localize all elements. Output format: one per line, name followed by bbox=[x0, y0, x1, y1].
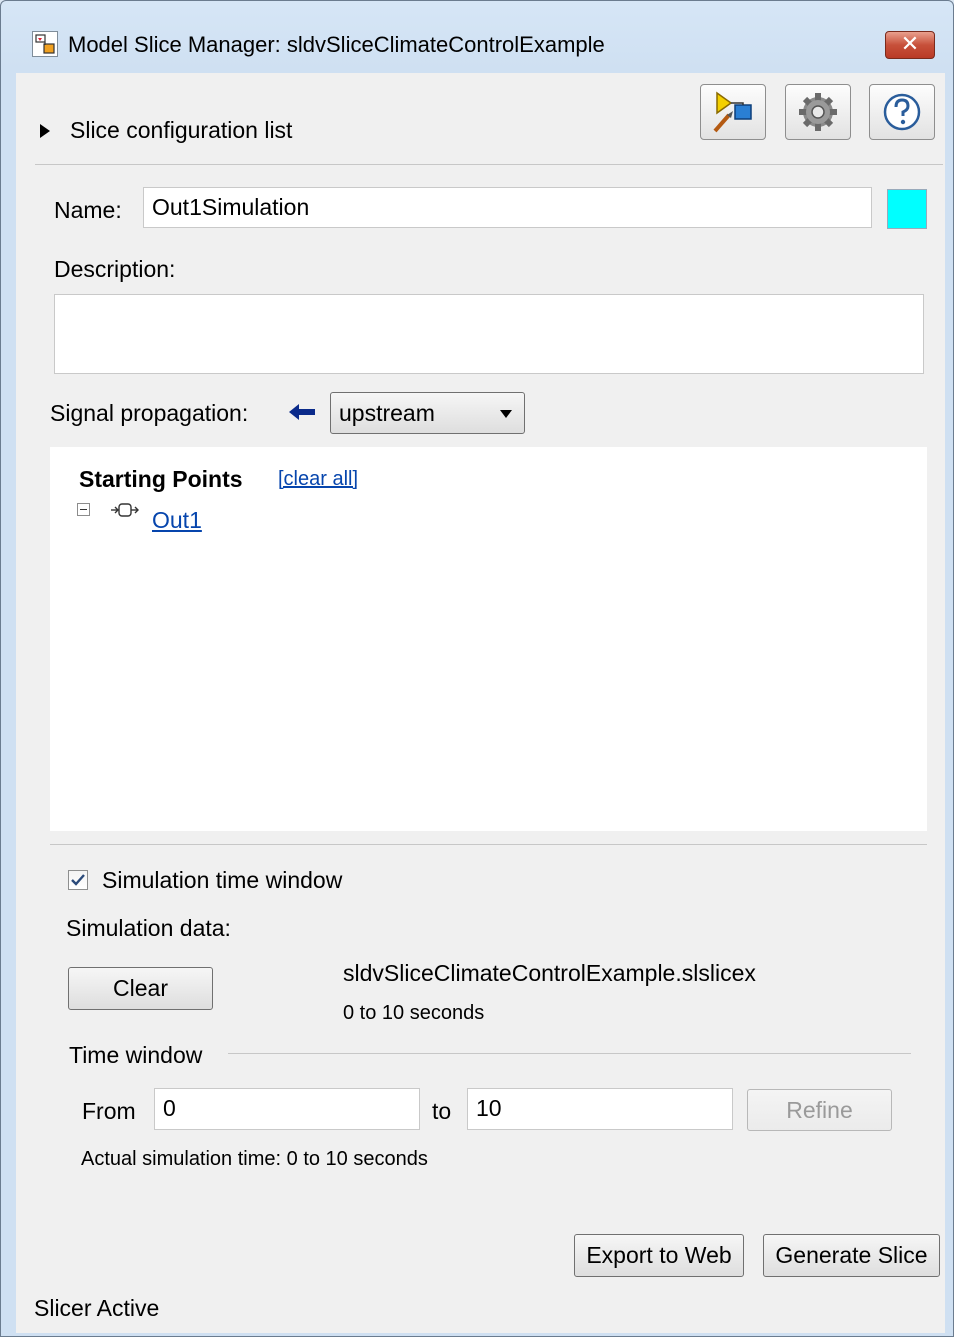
time-window-group-label: Time window bbox=[69, 1042, 203, 1068]
highlight-slice-button[interactable] bbox=[700, 84, 766, 140]
refine-button[interactable]: Refine bbox=[747, 1089, 892, 1131]
checkmark-icon bbox=[71, 874, 85, 886]
from-label: From bbox=[82, 1098, 136, 1124]
simulation-data-range: 0 to 10 seconds bbox=[343, 1002, 485, 1024]
slice-color-swatch[interactable] bbox=[887, 189, 927, 229]
slice-configuration-list-label[interactable]: Slice configuration list bbox=[70, 117, 292, 144]
name-label: Name: bbox=[54, 197, 122, 223]
starting-points-heading: Starting Points bbox=[79, 466, 243, 492]
to-field[interactable]: 10 bbox=[467, 1088, 733, 1130]
generate-slice-button[interactable]: Generate Slice bbox=[763, 1234, 940, 1277]
simulation-time-window-label[interactable]: Simulation time window bbox=[102, 867, 342, 894]
name-field[interactable]: Out1Simulation bbox=[143, 187, 872, 228]
expand-triangle-icon[interactable] bbox=[38, 123, 52, 143]
title-bar[interactable]: Model Slice Manager: sldvSliceClimateCon… bbox=[1, 1, 953, 73]
starting-point-out1-link[interactable]: Out1 bbox=[152, 507, 202, 534]
slice-highlight-icon bbox=[713, 91, 752, 133]
header-divider bbox=[35, 164, 943, 165]
collapse-toggle-icon[interactable] bbox=[77, 503, 90, 516]
description-field[interactable] bbox=[54, 294, 924, 374]
description-label: Description: bbox=[54, 256, 176, 282]
export-to-web-button[interactable]: Export to Web bbox=[574, 1234, 744, 1277]
close-button[interactable]: ✕ bbox=[885, 31, 935, 59]
simulink-app-icon bbox=[32, 31, 58, 57]
model-slice-manager-window: Model Slice Manager: sldvSliceClimateCon… bbox=[0, 0, 954, 1337]
dialog-body: Slice configuration list Name: Out1Simul… bbox=[16, 73, 945, 1333]
outport-block-icon bbox=[110, 501, 140, 523]
clear-all-link[interactable]: [clear all] bbox=[278, 468, 358, 491]
starting-points-panel: Starting Points [clear all] Out1 bbox=[50, 447, 927, 831]
chevron-down-icon bbox=[500, 410, 512, 418]
status-text: Slicer Active bbox=[34, 1295, 160, 1321]
from-field[interactable]: 0 bbox=[154, 1088, 420, 1130]
upstream-arrow-icon bbox=[287, 401, 317, 427]
clear-button[interactable]: Clear bbox=[68, 967, 213, 1010]
help-button[interactable] bbox=[869, 84, 935, 140]
window-title: Model Slice Manager: sldvSliceClimateCon… bbox=[68, 32, 605, 57]
gear-icon bbox=[799, 93, 837, 131]
simulation-divider bbox=[50, 844, 927, 845]
signal-propagation-value: upstream bbox=[339, 400, 435, 426]
help-icon bbox=[883, 93, 921, 131]
to-label: to bbox=[432, 1098, 452, 1124]
simulation-data-label: Simulation data: bbox=[66, 915, 231, 941]
simulation-file-name: sldvSliceClimateControlExample.slslicex bbox=[343, 960, 756, 986]
time-window-group-line bbox=[228, 1053, 911, 1054]
signal-propagation-dropdown[interactable]: upstream bbox=[330, 392, 525, 434]
settings-button[interactable] bbox=[785, 84, 851, 140]
simulation-time-window-checkbox[interactable] bbox=[68, 870, 88, 890]
actual-simulation-time-text: Actual simulation time: 0 to 10 seconds bbox=[81, 1148, 428, 1170]
close-icon: ✕ bbox=[900, 32, 920, 57]
signal-propagation-label: Signal propagation: bbox=[50, 400, 249, 426]
